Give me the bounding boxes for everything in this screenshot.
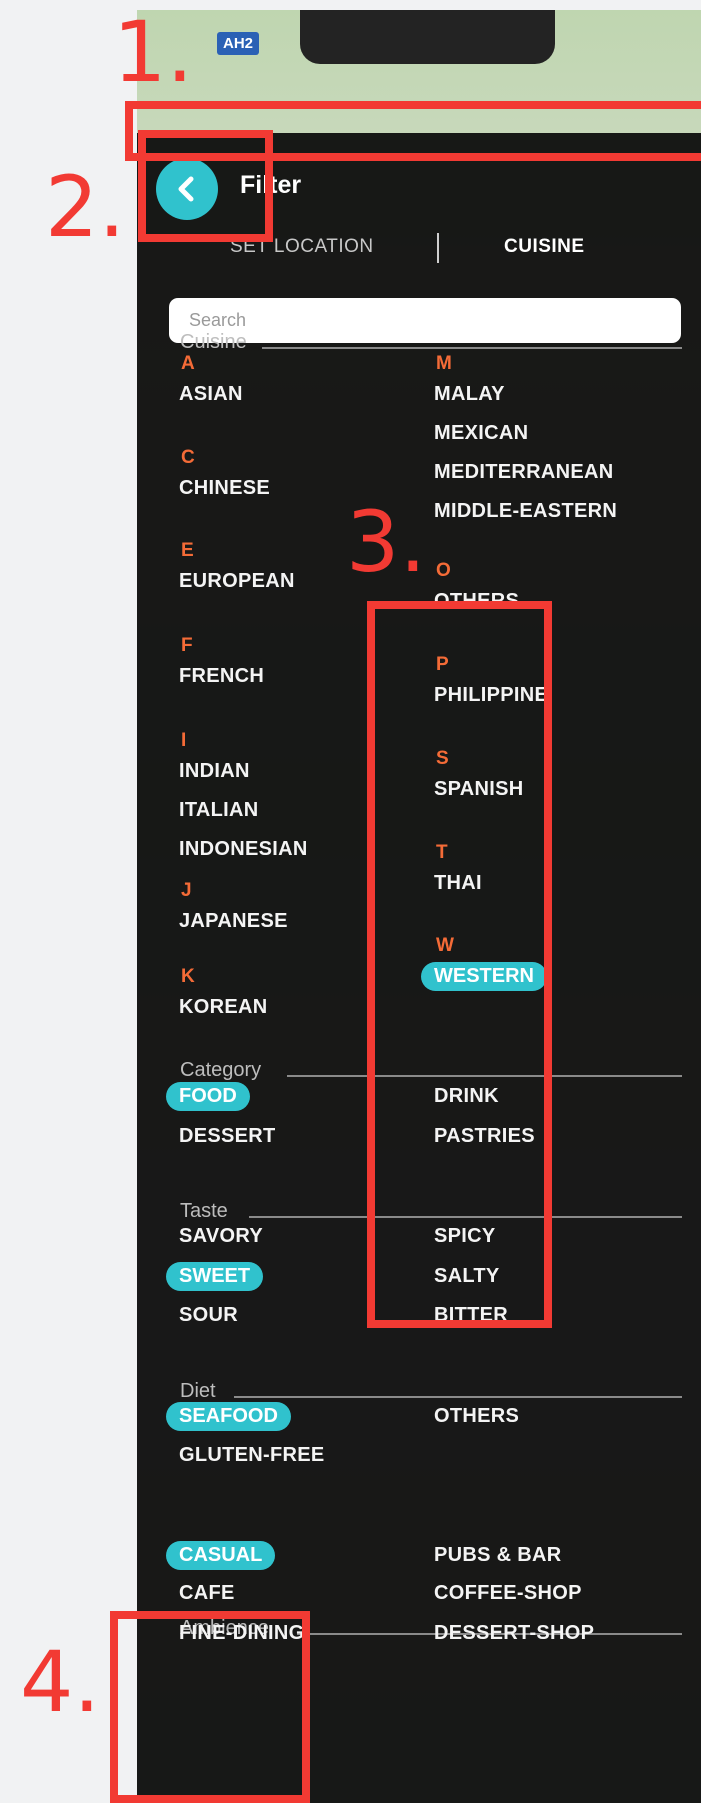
cuisine-option-asian[interactable]: ASIAN: [179, 383, 243, 406]
taste-option-sour[interactable]: SOUR: [179, 1304, 238, 1327]
annotation-box-4: [110, 1611, 310, 1803]
taste-option-sweet[interactable]: SWEET: [166, 1262, 264, 1291]
cuisine-option-chinese[interactable]: CHINESE: [179, 477, 270, 500]
tab-divider: [437, 233, 439, 263]
letter-a: A: [181, 353, 195, 374]
cuisine-option-middle-eastern[interactable]: MIDDLE-EASTERN: [434, 500, 617, 523]
letter-m: M: [436, 353, 452, 374]
letter-c: C: [181, 447, 195, 468]
ambience-option-cafe[interactable]: CAFE: [179, 1582, 235, 1605]
ambience-option-casual[interactable]: CASUAL: [166, 1541, 276, 1570]
ambience-option-pubs-bar[interactable]: PUBS & BAR: [434, 1544, 561, 1567]
cuisine-option-indonesian[interactable]: INDONESIAN: [179, 838, 308, 861]
letter-o: O: [436, 560, 451, 581]
ambience-option-dessert-shop[interactable]: DESSERT-SHOP: [434, 1622, 594, 1645]
cuisine-option-mexican[interactable]: MEXICAN: [434, 422, 528, 445]
section-label-category: Category: [180, 1059, 262, 1081]
annotation-box-2: [138, 130, 273, 242]
annotation-number-3: 3.: [346, 493, 427, 591]
phone-notch: [300, 10, 555, 64]
letter-j: J: [181, 880, 192, 901]
letter-f: F: [181, 635, 193, 656]
tab-cuisine[interactable]: CUISINE: [504, 236, 585, 258]
diet-option-gluten-free[interactable]: GLUTEN-FREE: [179, 1444, 325, 1467]
category-option-dessert[interactable]: DESSERT: [179, 1125, 276, 1148]
diet-option-others[interactable]: OTHERS: [434, 1405, 519, 1428]
section-line-cuisine: [262, 347, 682, 349]
letter-i: I: [181, 730, 187, 751]
map-road-label: AH2: [217, 32, 260, 55]
category-option-food[interactable]: FOOD: [166, 1082, 250, 1111]
ambience-option-coffee-shop[interactable]: COFFEE-SHOP: [434, 1582, 582, 1605]
cuisine-option-french[interactable]: FRENCH: [179, 665, 264, 688]
cuisine-option-japanese[interactable]: JAPANESE: [179, 910, 288, 933]
diet-option-seafood[interactable]: SEAFOOD: [166, 1402, 291, 1431]
cuisine-option-european[interactable]: EUROPEAN: [179, 570, 295, 593]
cuisine-option-italian[interactable]: ITALIAN: [179, 799, 259, 822]
cuisine-option-korean[interactable]: KOREAN: [179, 996, 267, 1019]
cuisine-option-indian[interactable]: INDIAN: [179, 760, 250, 783]
section-label-cuisine: Cuisine: [180, 331, 247, 353]
taste-option-savory[interactable]: SAVORY: [179, 1225, 263, 1248]
letter-k: K: [181, 966, 195, 987]
annotation-number-4: 4.: [20, 1633, 101, 1731]
section-line-diet: [234, 1396, 682, 1398]
section-label-taste: Taste: [180, 1200, 228, 1222]
cuisine-option-malay[interactable]: MALAY: [434, 383, 505, 406]
cuisine-option-mediterranean[interactable]: MEDITERRANEAN: [434, 461, 613, 484]
letter-e: E: [181, 540, 194, 561]
annotation-number-2: 2.: [45, 158, 126, 256]
annotation-box-3: [367, 601, 552, 1328]
section-label-diet: Diet: [180, 1380, 216, 1402]
annotation-number-1: 1.: [113, 3, 194, 101]
